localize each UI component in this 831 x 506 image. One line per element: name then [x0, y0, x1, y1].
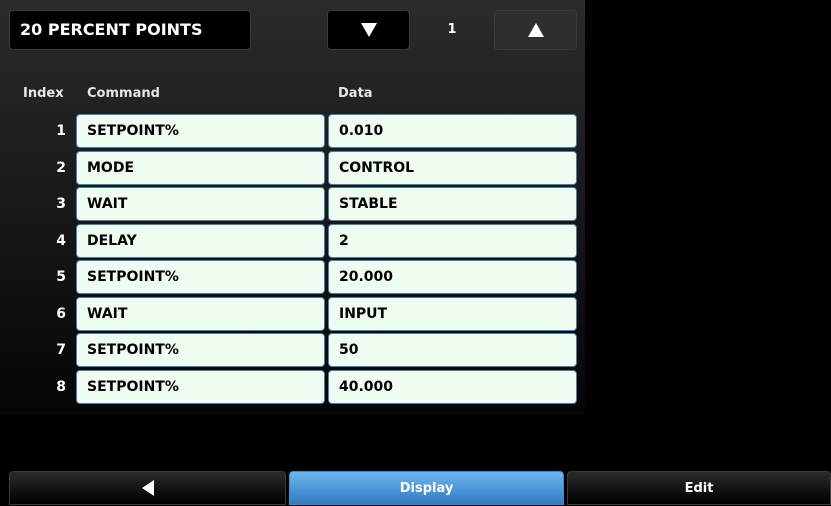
- page-number: 1: [447, 22, 457, 37]
- table-row: 7 SETPOINT% 50: [0, 333, 585, 370]
- table-row: 8 SETPOINT% 40.000: [0, 369, 585, 407]
- column-header-data: Data: [338, 86, 373, 101]
- command-cell[interactable]: SETPOINT%: [76, 369, 325, 404]
- display-button[interactable]: Display: [289, 471, 564, 505]
- row-index: 3: [56, 196, 66, 212]
- command-cell[interactable]: WAIT: [76, 296, 325, 331]
- page-down-button[interactable]: [327, 10, 410, 50]
- command-cell[interactable]: SETPOINT%: [76, 333, 325, 367]
- column-header-index: Index: [23, 86, 64, 101]
- table-row: 2 MODE CONTROL: [0, 150, 585, 188]
- table-row: 4 DELAY 2: [0, 223, 585, 261]
- command-cell[interactable]: SETPOINT%: [76, 114, 325, 148]
- data-cell[interactable]: INPUT: [328, 296, 577, 331]
- command-table: 1 SETPOINT% 0.010 2 MODE CONTROL 3 WAIT …: [0, 114, 585, 406]
- row-index: 4: [56, 232, 66, 249]
- edit-button[interactable]: Edit: [567, 471, 831, 505]
- data-cell[interactable]: STABLE: [328, 187, 577, 221]
- table-row: 5 SETPOINT% 20.000: [0, 260, 585, 297]
- data-cell[interactable]: 50: [328, 333, 577, 367]
- row-index: 1: [56, 123, 66, 139]
- program-title[interactable]: 20 PERCENT POINTS: [9, 10, 251, 50]
- triangle-left-icon: [141, 480, 154, 496]
- back-button[interactable]: [9, 471, 286, 505]
- data-cell[interactable]: CONTROL: [328, 150, 577, 185]
- data-cell[interactable]: 40.000: [328, 369, 577, 404]
- row-index: 8: [56, 378, 66, 395]
- program-panel: 20 PERCENT POINTS 1 Index Command Data 1…: [0, 0, 585, 415]
- command-cell[interactable]: MODE: [76, 150, 325, 185]
- data-cell[interactable]: 0.010: [328, 114, 577, 148]
- triangle-down-icon: [360, 23, 377, 37]
- table-row: 1 SETPOINT% 0.010: [0, 114, 585, 151]
- table-row: 3 WAIT STABLE: [0, 187, 585, 224]
- row-index: 6: [56, 305, 66, 322]
- command-cell[interactable]: SETPOINT%: [76, 260, 325, 294]
- column-header-command: Command: [87, 86, 160, 101]
- command-cell[interactable]: DELAY: [76, 223, 325, 258]
- page-up-button[interactable]: [494, 10, 577, 50]
- row-index: 2: [56, 159, 66, 176]
- row-index: 7: [56, 342, 66, 358]
- table-row: 6 WAIT INPUT: [0, 296, 585, 334]
- triangle-up-icon: [527, 23, 544, 37]
- row-index: 5: [56, 269, 66, 285]
- bottom-toolbar: Display Edit: [0, 471, 831, 505]
- data-cell[interactable]: 20.000: [328, 260, 577, 294]
- data-cell[interactable]: 2: [328, 223, 577, 258]
- command-cell[interactable]: WAIT: [76, 187, 325, 221]
